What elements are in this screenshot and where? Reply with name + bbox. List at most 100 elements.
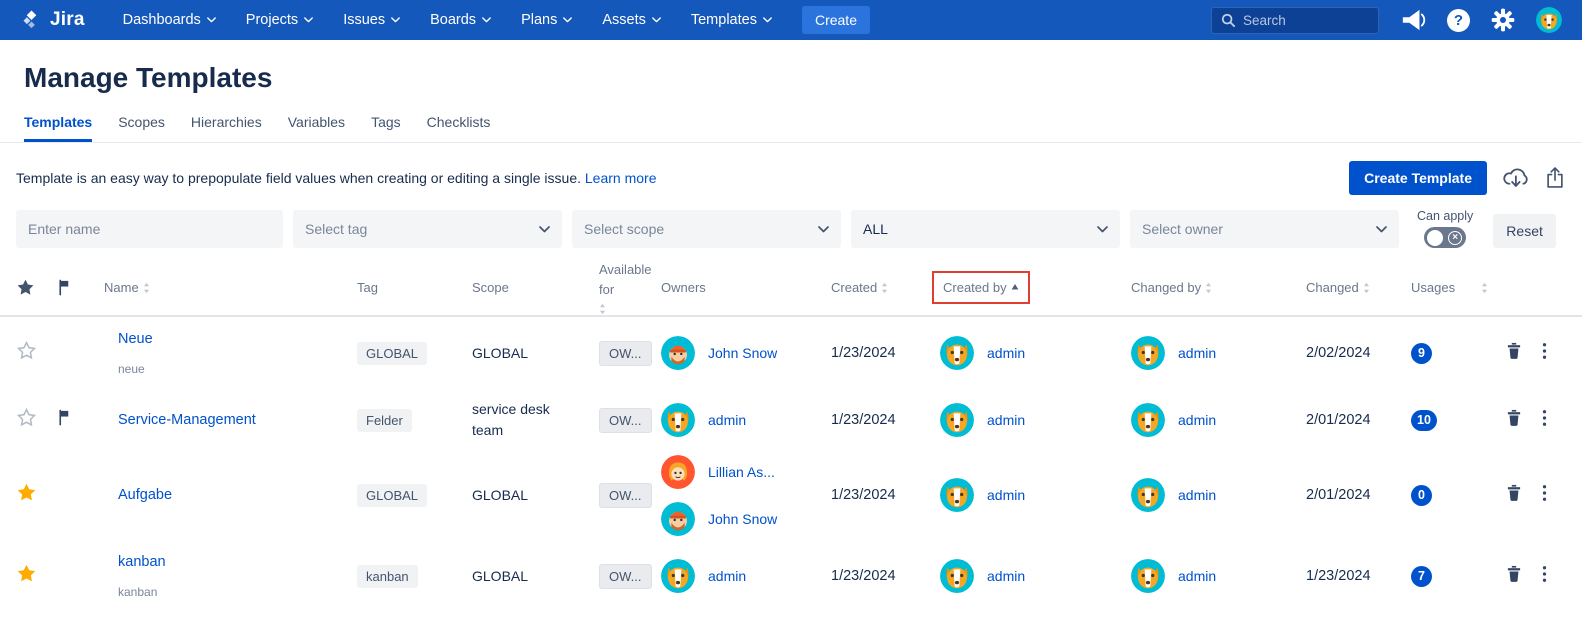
- created-by-link[interactable]: admin: [987, 487, 1025, 503]
- nav-item-projects[interactable]: Projects: [246, 12, 313, 28]
- owner-link[interactable]: John Snow: [708, 345, 777, 361]
- chevron-down-icon: [539, 226, 550, 233]
- available-for-chip[interactable]: OW...: [599, 408, 652, 433]
- changed-by-link[interactable]: admin: [1178, 568, 1216, 584]
- header-flag[interactable]: [56, 279, 100, 296]
- chevron-down-icon: [482, 17, 491, 23]
- header-available-for[interactable]: Available for: [599, 260, 661, 315]
- tab-templates[interactable]: Templates: [24, 114, 92, 142]
- delete-button[interactable]: [1504, 483, 1524, 508]
- row-menu-button[interactable]: [1542, 409, 1547, 432]
- header-owners[interactable]: Owners: [661, 280, 831, 295]
- row-menu-button[interactable]: [1542, 565, 1547, 588]
- flag-toggle[interactable]: [56, 409, 100, 431]
- tag-chip: kanban: [357, 565, 418, 588]
- name-filter-input[interactable]: [16, 210, 283, 248]
- template-name-link[interactable]: Aufgabe: [118, 487, 349, 503]
- changed-by-link[interactable]: admin: [1178, 345, 1216, 361]
- import-templates-button[interactable]: [1502, 166, 1529, 191]
- changed-by-link[interactable]: admin: [1178, 412, 1216, 428]
- star-toggle[interactable]: [16, 407, 56, 433]
- header-created[interactable]: Created: [831, 280, 926, 295]
- export-templates-button[interactable]: [1544, 166, 1566, 190]
- nav-item-label: Plans: [521, 12, 557, 28]
- nav-item-plans[interactable]: Plans: [521, 12, 572, 28]
- dog-avatar-icon: [1131, 403, 1165, 437]
- owner-link[interactable]: Lillian As...: [708, 464, 775, 480]
- header-tag[interactable]: Tag: [349, 280, 472, 295]
- star-filled-icon: [16, 563, 37, 584]
- template-name-link[interactable]: Neue: [118, 331, 349, 347]
- available-for-chip[interactable]: OW...: [599, 564, 652, 589]
- owner-filter-select[interactable]: Select owner: [1130, 210, 1399, 248]
- jira-logo[interactable]: Jira: [20, 9, 85, 32]
- usages-badge[interactable]: 10: [1411, 410, 1437, 431]
- nav-item-templates[interactable]: Templates: [691, 12, 772, 28]
- usages-badge[interactable]: 7: [1411, 566, 1432, 587]
- header-name[interactable]: Name: [100, 280, 349, 295]
- announcements-button[interactable]: [1400, 8, 1426, 32]
- reset-filters-button[interactable]: Reset: [1493, 214, 1556, 248]
- learn-more-link[interactable]: Learn more: [585, 170, 657, 186]
- owner-link[interactable]: admin: [708, 412, 746, 428]
- tab-tags[interactable]: Tags: [371, 114, 401, 142]
- tab-scopes[interactable]: Scopes: [118, 114, 165, 142]
- available-for-chip[interactable]: OW...: [599, 341, 652, 366]
- row-menu-button[interactable]: [1542, 484, 1547, 507]
- delete-button[interactable]: [1504, 408, 1524, 433]
- usages-badge[interactable]: 0: [1411, 485, 1432, 506]
- header-changed-by[interactable]: Changed by: [1131, 280, 1306, 295]
- header-usages[interactable]: Usages: [1411, 280, 1496, 295]
- created-by-link[interactable]: admin: [987, 568, 1025, 584]
- nav-item-boards[interactable]: Boards: [430, 12, 491, 28]
- delete-button[interactable]: [1504, 341, 1524, 366]
- nav-item-assets[interactable]: Assets: [602, 12, 661, 28]
- tab-hierarchies[interactable]: Hierarchies: [191, 114, 262, 142]
- row-menu-button[interactable]: [1542, 342, 1547, 365]
- tab-variables[interactable]: Variables: [288, 114, 345, 142]
- header-scope[interactable]: Scope: [472, 280, 599, 295]
- scope-filter-select[interactable]: Select scope: [572, 210, 841, 248]
- changed-by: admin: [1131, 559, 1306, 593]
- header-created-by[interactable]: Created by: [926, 271, 1131, 304]
- user-avatar[interactable]: [1536, 7, 1562, 33]
- star-toggle[interactable]: [16, 340, 56, 366]
- nav-item-dashboards[interactable]: Dashboards: [123, 12, 216, 28]
- can-apply-toggle[interactable]: ×: [1424, 227, 1466, 248]
- star-toggle[interactable]: [16, 563, 56, 589]
- available-for-chip[interactable]: OW...: [599, 483, 652, 508]
- search-icon: [1221, 13, 1235, 27]
- changed-date: 2/01/2024: [1306, 487, 1411, 503]
- global-search[interactable]: [1211, 7, 1379, 34]
- template-name-link[interactable]: Service-Management: [118, 412, 349, 428]
- header-changed[interactable]: Changed: [1306, 280, 1411, 295]
- owner-filter-label: Select owner: [1142, 221, 1223, 237]
- create-template-button[interactable]: Create Template: [1349, 161, 1487, 195]
- star-toggle[interactable]: [16, 482, 56, 508]
- template-name-link[interactable]: kanban: [118, 554, 349, 570]
- nav-item-issues[interactable]: Issues: [343, 12, 400, 28]
- owner-link[interactable]: John Snow: [708, 511, 777, 527]
- header-label: Changed by: [1131, 280, 1201, 295]
- delete-button[interactable]: [1504, 564, 1524, 589]
- header-label: Name: [104, 280, 139, 295]
- owner-link[interactable]: admin: [708, 568, 746, 584]
- search-input[interactable]: [1243, 13, 1363, 28]
- type-filter-select[interactable]: ALL: [851, 210, 1120, 248]
- created-by-link[interactable]: admin: [987, 345, 1025, 361]
- created-by: admin: [940, 478, 1131, 512]
- settings-button[interactable]: [1491, 8, 1515, 32]
- table-row: Service-Management Felder service desk t…: [0, 389, 1582, 451]
- tab-checklists[interactable]: Checklists: [427, 114, 491, 142]
- created-by-link[interactable]: admin: [987, 412, 1025, 428]
- tag-filter-select[interactable]: Select tag: [293, 210, 562, 248]
- star-icon: [16, 278, 35, 297]
- usages-badge[interactable]: 9: [1411, 343, 1432, 364]
- created-by: admin: [940, 403, 1131, 437]
- sort-ascending-icon: [1011, 283, 1019, 292]
- header-star[interactable]: [16, 278, 56, 297]
- help-button[interactable]: ?: [1447, 9, 1470, 32]
- description-text: Template is an easy way to prepopulate f…: [16, 170, 581, 186]
- changed-by-link[interactable]: admin: [1178, 487, 1216, 503]
- nav-create-button[interactable]: Create: [802, 6, 870, 34]
